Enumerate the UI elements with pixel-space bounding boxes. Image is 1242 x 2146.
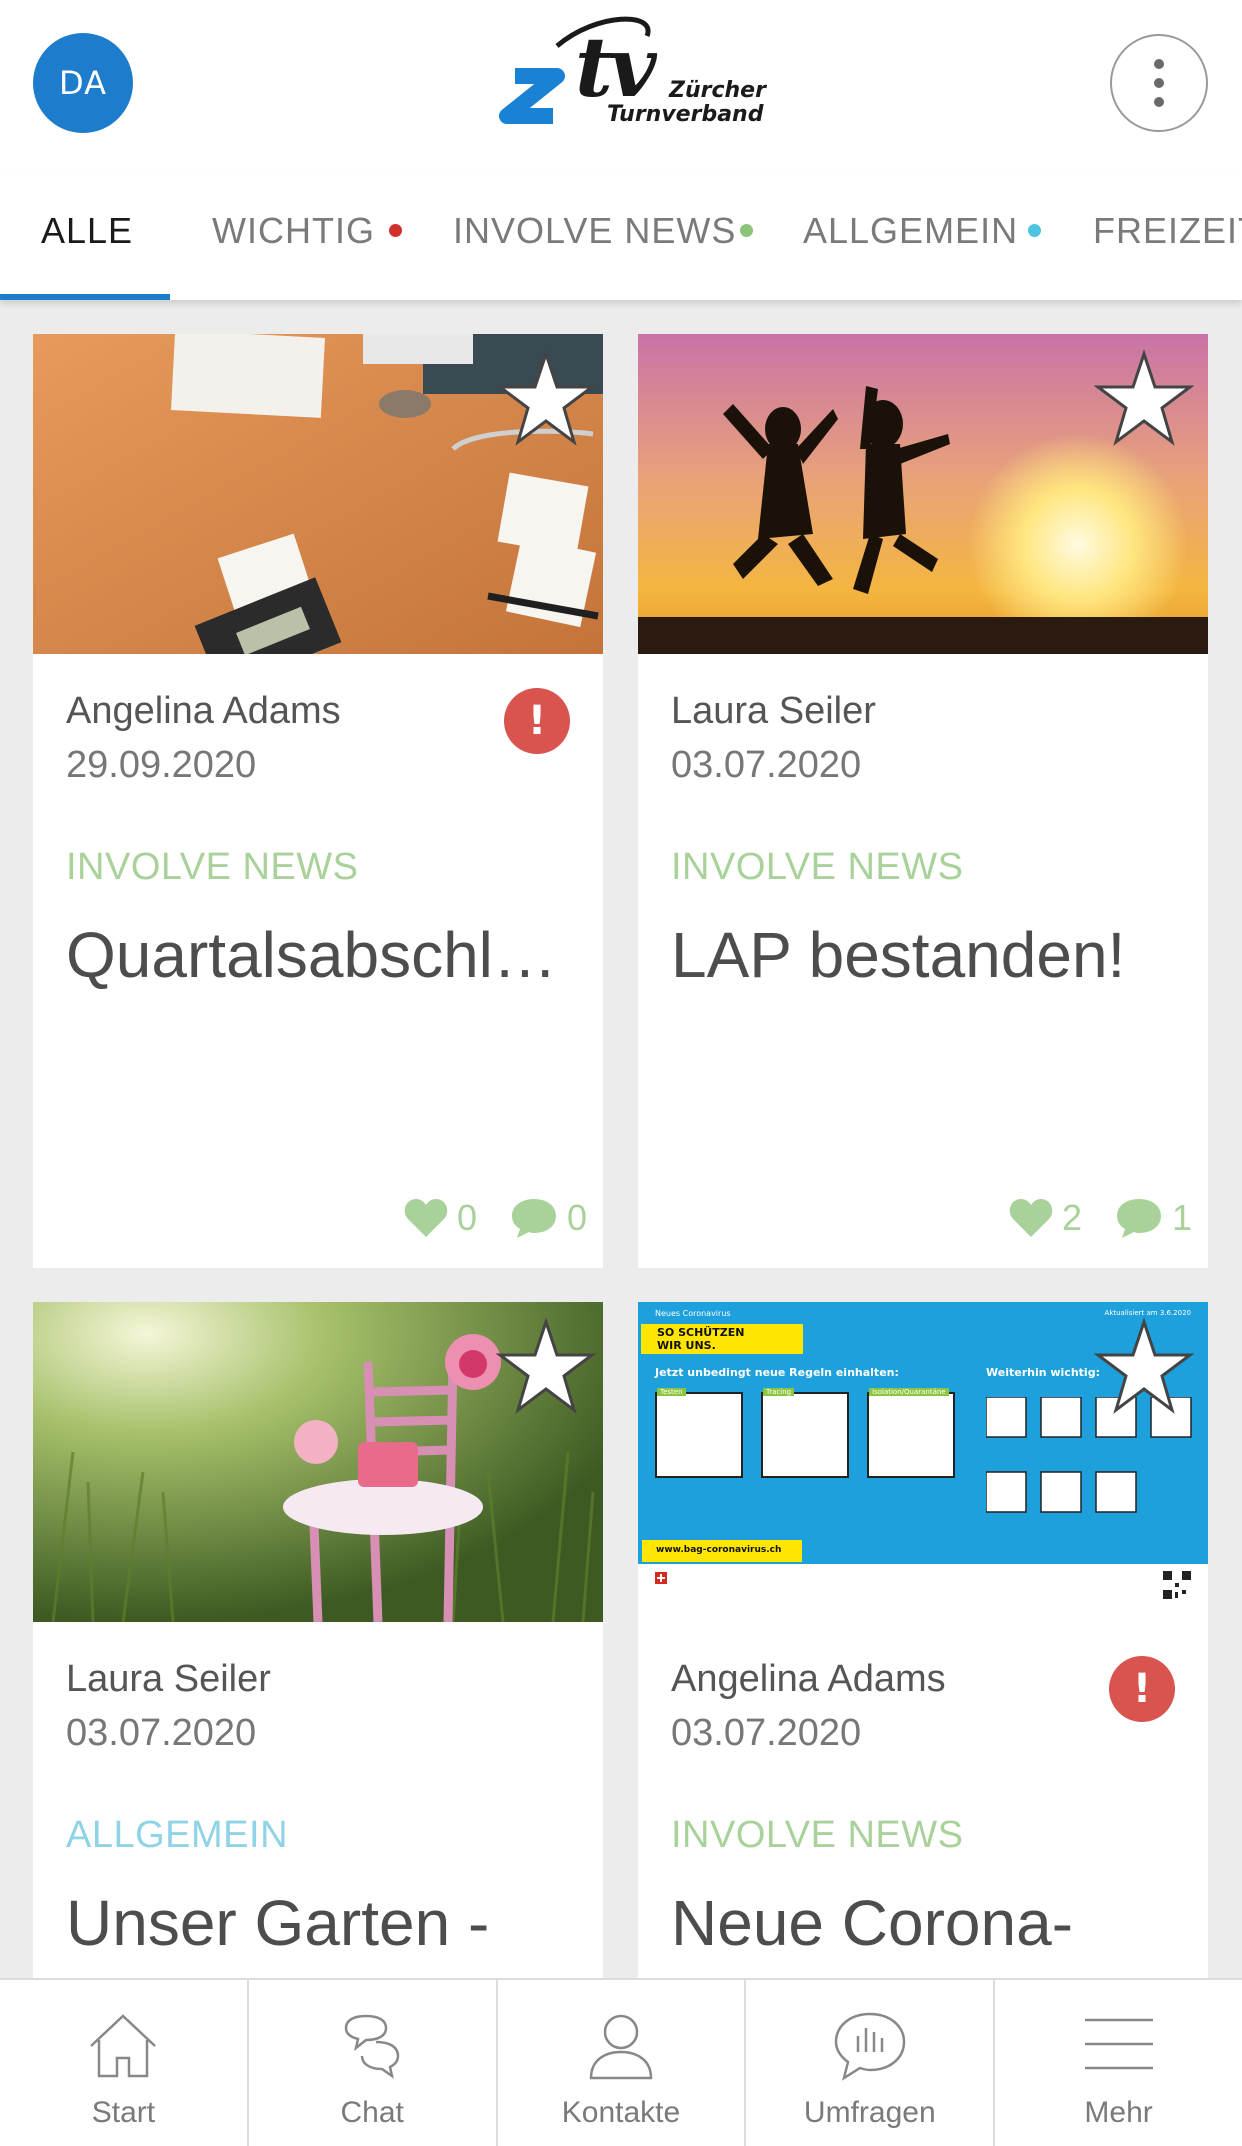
tab-freizeit[interactable]: FREIZEIT bbox=[1093, 210, 1242, 252]
comment-icon[interactable] bbox=[509, 1196, 559, 1240]
card-author: Laura Seiler bbox=[671, 690, 876, 732]
poster-top-right: Aktualisiert am 3.6.2020 bbox=[1104, 1309, 1191, 1317]
card-author: Laura Seiler bbox=[66, 1658, 271, 1700]
poster-box-isolation: Isolation/Quarantäne bbox=[867, 1388, 955, 1478]
card-category: INVOLVE NEWS bbox=[66, 846, 359, 888]
tab-allgemein[interactable]: ALLGEMEIN bbox=[803, 210, 1018, 252]
tab-wichtig[interactable]: WICHTIG bbox=[212, 210, 375, 252]
important-alert-icon: ! bbox=[1109, 1656, 1175, 1722]
card-date: 03.07.2020 bbox=[66, 1712, 257, 1754]
tab-label: WICHTIG bbox=[212, 210, 375, 251]
logo-turnverband: Turnverband bbox=[607, 102, 764, 127]
card-category: INVOLVE NEWS bbox=[671, 1814, 964, 1856]
tab-dot-involve-news bbox=[740, 224, 753, 237]
qr-code-icon bbox=[1162, 1570, 1192, 1600]
active-tab-indicator bbox=[0, 294, 170, 300]
nav-label: Start bbox=[91, 2096, 156, 2129]
nav-kontakte[interactable]: Kontakte bbox=[498, 1980, 747, 2146]
card-stats: 2 1 bbox=[1008, 1196, 1192, 1240]
nav-chat[interactable]: Chat bbox=[249, 1980, 498, 2146]
tab-involve-news[interactable]: INVOLVE NEWS bbox=[453, 210, 736, 252]
card-stats: 0 0 bbox=[403, 1196, 587, 1240]
favorite-star-icon[interactable] bbox=[1094, 1317, 1194, 1417]
nav-label: Kontakte bbox=[561, 2096, 681, 2129]
avatar-initials: DA bbox=[59, 64, 107, 102]
contact-icon bbox=[589, 2014, 653, 2080]
news-card[interactable]: Angelina Adams 29.09.2020 ! INVOLVE NEWS… bbox=[33, 334, 603, 1268]
app-header: DA tv Zürcher Turnverband bbox=[0, 0, 1242, 170]
likes-count: 0 bbox=[456, 1197, 477, 1238]
menu-icon bbox=[1084, 2018, 1153, 2070]
important-alert-icon: ! bbox=[504, 688, 570, 754]
tab-label: FREIZEIT bbox=[1093, 210, 1242, 251]
card-image-corona-poster: Neues Coronavirus Aktualisiert am 3.6.20… bbox=[638, 1302, 1208, 1622]
poster-badge-line2: WIR UNS. bbox=[657, 1339, 716, 1352]
favorite-star-icon[interactable] bbox=[1094, 349, 1194, 449]
tab-label: ALLE bbox=[41, 210, 134, 251]
favorite-star-icon[interactable] bbox=[496, 349, 596, 449]
card-title: Unser Garten - bbox=[66, 1887, 490, 1959]
card-author: Angelina Adams bbox=[671, 1658, 946, 1700]
poster-badge: SO SCHÜTZEN WIR UNS. bbox=[641, 1324, 803, 1354]
comments-count: 0 bbox=[566, 1197, 587, 1238]
card-title: Quartalsabschluss bbox=[66, 919, 586, 991]
card-image-desk bbox=[33, 334, 603, 654]
chat-icon bbox=[344, 2014, 400, 2079]
swiss-flag-icon bbox=[655, 1572, 667, 1584]
card-image-garden bbox=[33, 1302, 603, 1622]
tab-dot-wichtig bbox=[389, 224, 402, 237]
poster-url: www.bag-coronavirus.ch bbox=[642, 1540, 802, 1562]
nav-label: Umfragen bbox=[803, 2096, 936, 2129]
home-icon bbox=[90, 2014, 157, 2078]
logo-zuercher: Zürcher bbox=[669, 78, 766, 103]
nav-umfragen[interactable]: Umfragen bbox=[746, 1980, 996, 2146]
poster-badge-line1: SO SCHÜTZEN bbox=[657, 1326, 745, 1339]
heart-icon[interactable] bbox=[1008, 1197, 1054, 1239]
survey-icon bbox=[834, 2012, 906, 2081]
poster-rule-icons bbox=[986, 1397, 1192, 1513]
tab-label: INVOLVE NEWS bbox=[453, 210, 737, 251]
more-vertical-icon[interactable] bbox=[1110, 34, 1208, 132]
card-image-sunset bbox=[638, 334, 1208, 654]
comment-icon[interactable] bbox=[1114, 1196, 1164, 1240]
category-tabs: ALLE WICHTIG INVOLVE NEWS ALLGEMEIN FREI… bbox=[0, 170, 1242, 300]
likes-count: 2 bbox=[1061, 1197, 1082, 1238]
poster-box-tracing: Tracing bbox=[761, 1388, 849, 1478]
tab-alle[interactable]: ALLE bbox=[41, 210, 133, 252]
comments-count: 1 bbox=[1171, 1197, 1192, 1238]
tab-label: ALLGEMEIN bbox=[803, 210, 1019, 251]
card-title: LAP bestanden! bbox=[671, 919, 1126, 991]
card-author: Angelina Adams bbox=[66, 690, 341, 732]
avatar[interactable]: DA bbox=[33, 33, 133, 133]
favorite-star-icon[interactable] bbox=[496, 1317, 596, 1417]
bottom-navigation: Start Chat Kontakte Umfragen Mehr bbox=[0, 1978, 1242, 2146]
tab-dot-allgemein bbox=[1028, 224, 1041, 237]
poster-heading-right: Weiterhin wichtig: bbox=[986, 1366, 1100, 1379]
nav-label: Mehr bbox=[1084, 2096, 1153, 2129]
logo: tv Zürcher Turnverband bbox=[487, 16, 766, 136]
poster-box-testen: Testen bbox=[655, 1388, 743, 1478]
heart-icon[interactable] bbox=[403, 1197, 449, 1239]
card-category: INVOLVE NEWS bbox=[671, 846, 964, 888]
card-date: 03.07.2020 bbox=[671, 744, 862, 786]
poster-heading-left: Jetzt unbedingt neue Regeln einhalten: bbox=[655, 1366, 899, 1379]
card-title: Neue Corona- bbox=[671, 1887, 1073, 1959]
nav-start[interactable]: Start bbox=[0, 1980, 249, 2146]
card-date: 03.07.2020 bbox=[671, 1712, 862, 1754]
nav-mehr[interactable]: Mehr bbox=[995, 1980, 1242, 2146]
news-card[interactable]: Neues Coronavirus Aktualisiert am 3.6.20… bbox=[638, 1302, 1208, 2002]
news-card[interactable]: Laura Seiler 03.07.2020 ALLGEMEIN Unser … bbox=[33, 1302, 603, 2002]
card-date: 29.09.2020 bbox=[66, 744, 257, 786]
card-category: ALLGEMEIN bbox=[66, 1814, 289, 1856]
nav-label: Chat bbox=[340, 2096, 404, 2129]
poster-top-left: Neues Coronavirus bbox=[655, 1309, 731, 1318]
news-card[interactable]: Laura Seiler 03.07.2020 INVOLVE NEWS LAP… bbox=[638, 334, 1208, 1268]
